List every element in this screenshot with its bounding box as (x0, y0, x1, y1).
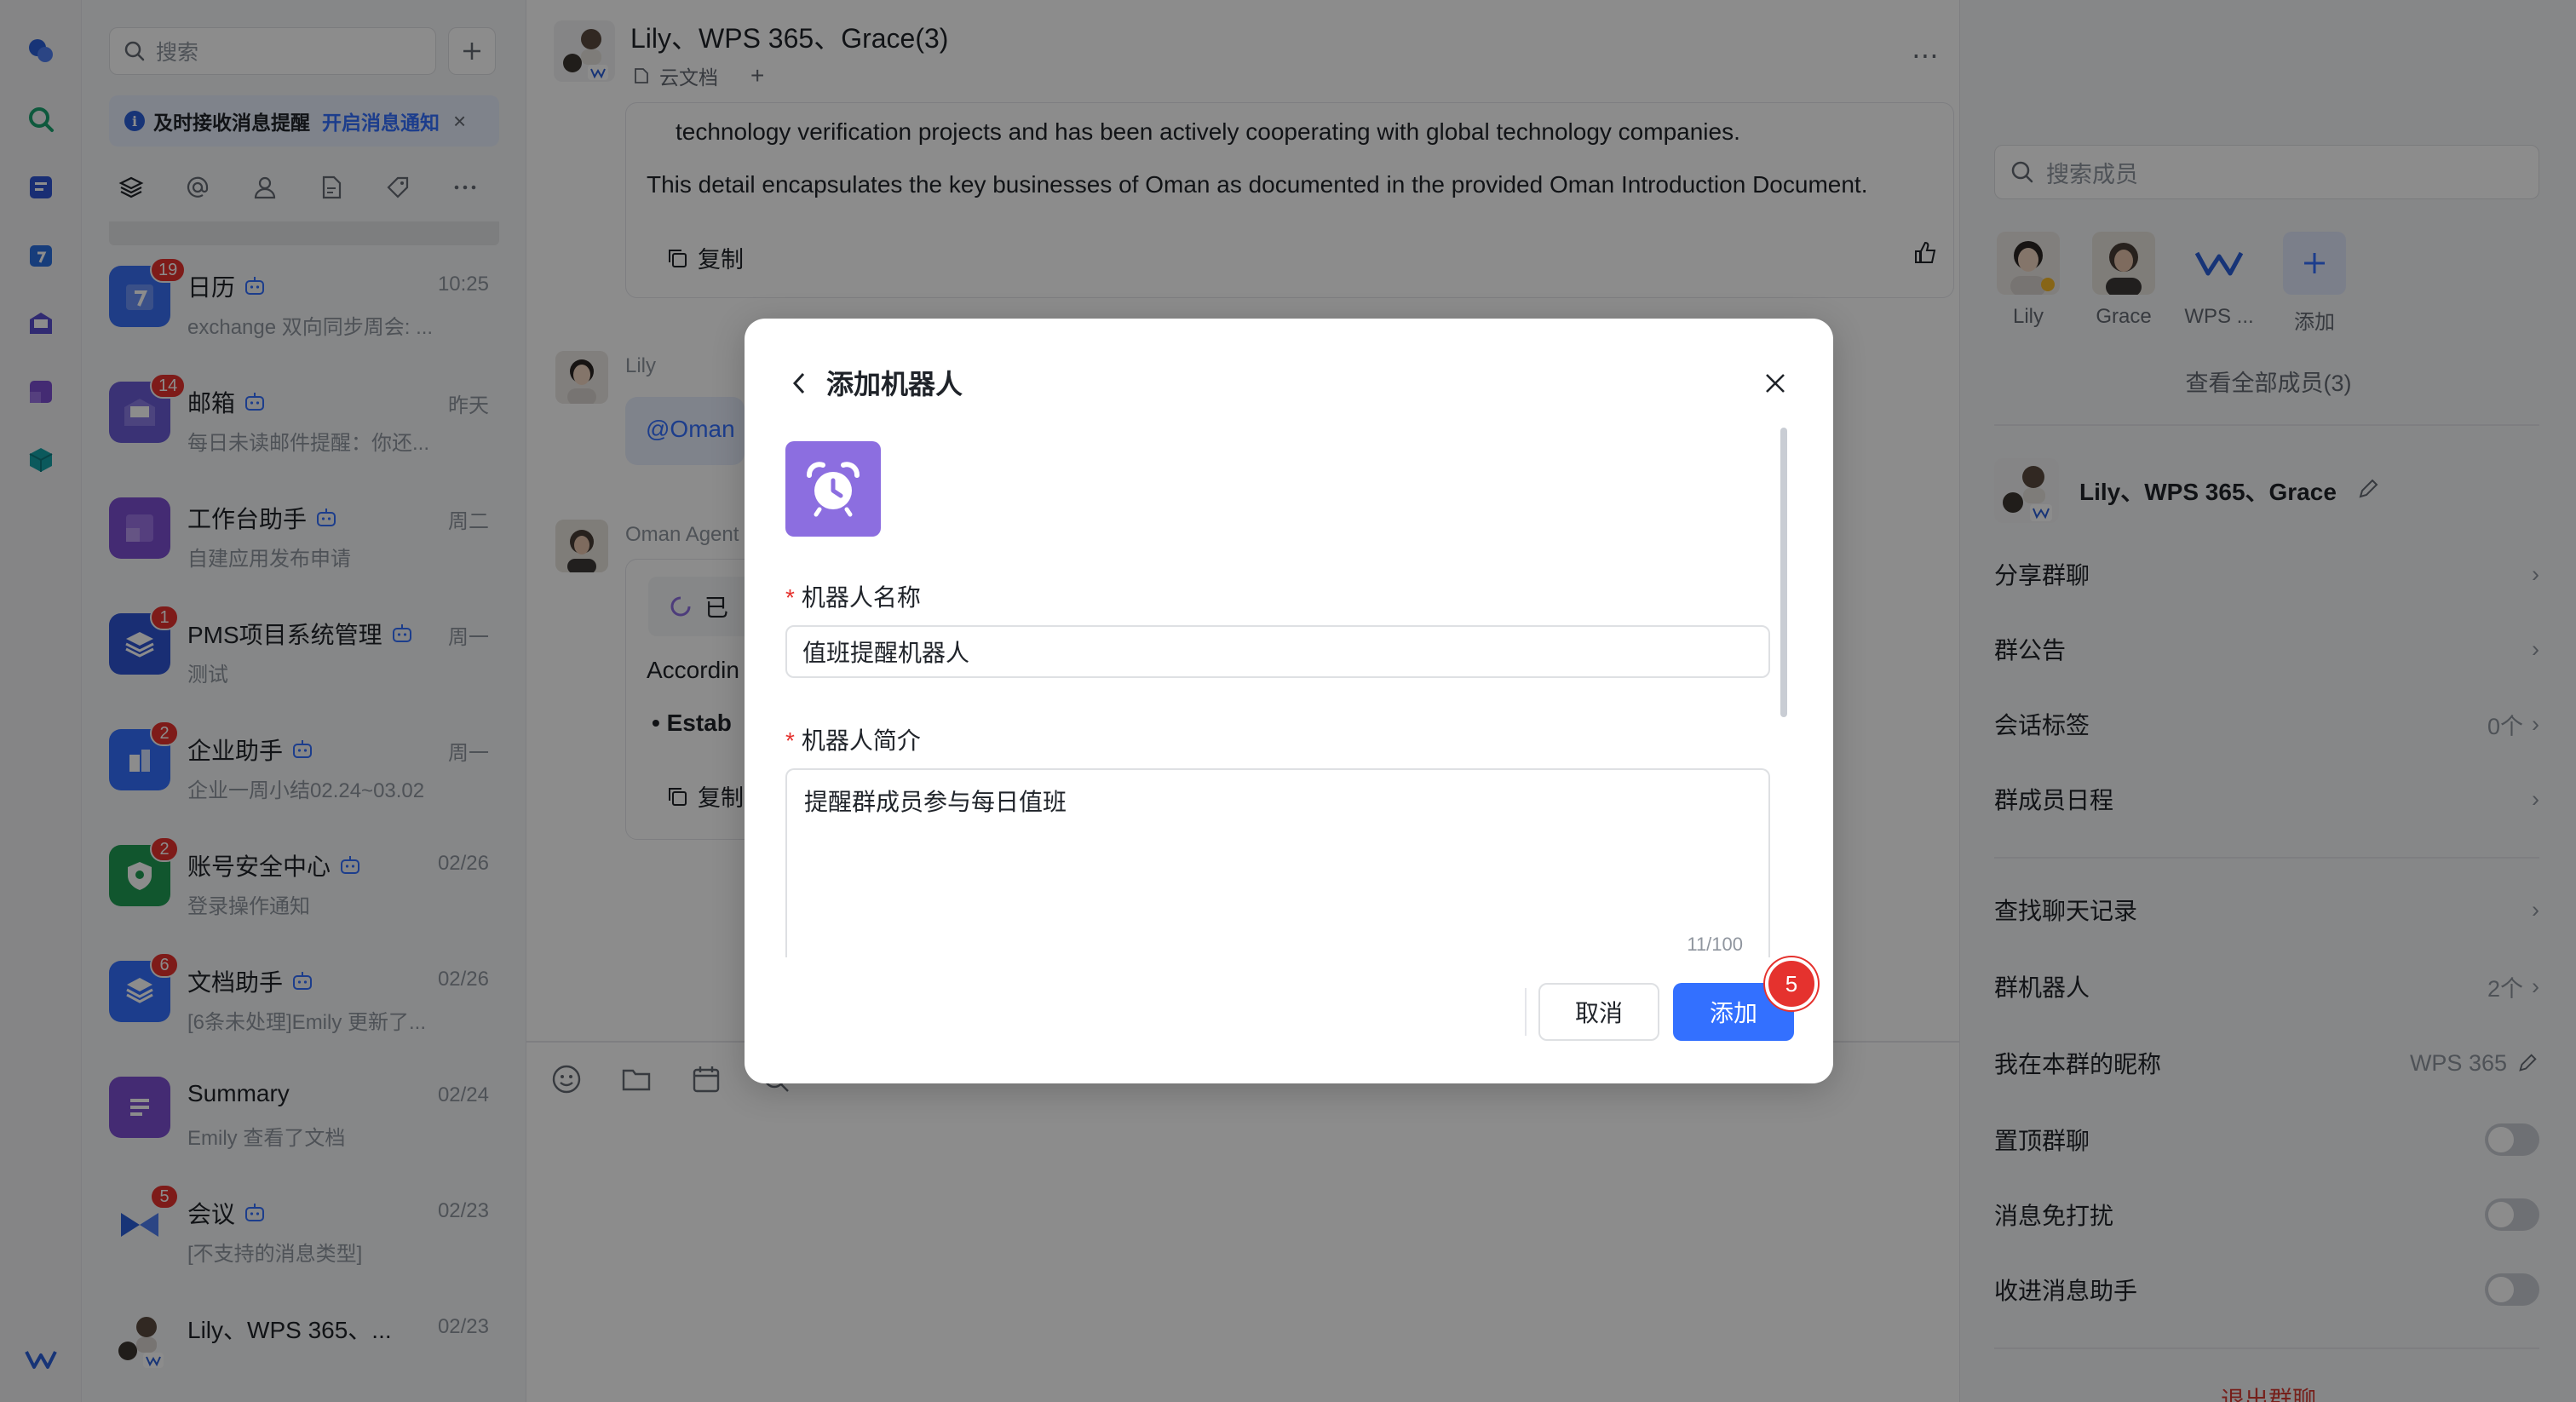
add-bot-dialog: 添加机器人 *机器人名称 *机器人简介 提醒群成员参与每日值班 11/100 取… (745, 319, 1833, 1083)
bot-name-input[interactable] (785, 625, 1770, 678)
bot-description-value: 提醒群成员参与每日值班 (804, 789, 1067, 815)
dialog-scrollbar[interactable] (1780, 428, 1787, 717)
button-divider (1525, 988, 1527, 1036)
character-count: 11/100 (1687, 934, 1743, 955)
bot-description-textarea[interactable]: 提醒群成员参与每日值班 11/100 (785, 768, 1770, 957)
cancel-button[interactable]: 取消 (1538, 983, 1659, 1041)
dialog-title: 添加机器人 (826, 369, 963, 399)
bot-description-label: * 机器人简介 (785, 727, 921, 754)
close-icon[interactable] (1755, 363, 1796, 404)
bot-icon-picker[interactable] (785, 441, 881, 537)
alarm-clock-icon (807, 462, 860, 517)
bot-name-label: * 机器人名称 (785, 584, 921, 611)
back-icon[interactable] (782, 366, 816, 400)
step-marker-badge: 5 (1765, 957, 1818, 1010)
